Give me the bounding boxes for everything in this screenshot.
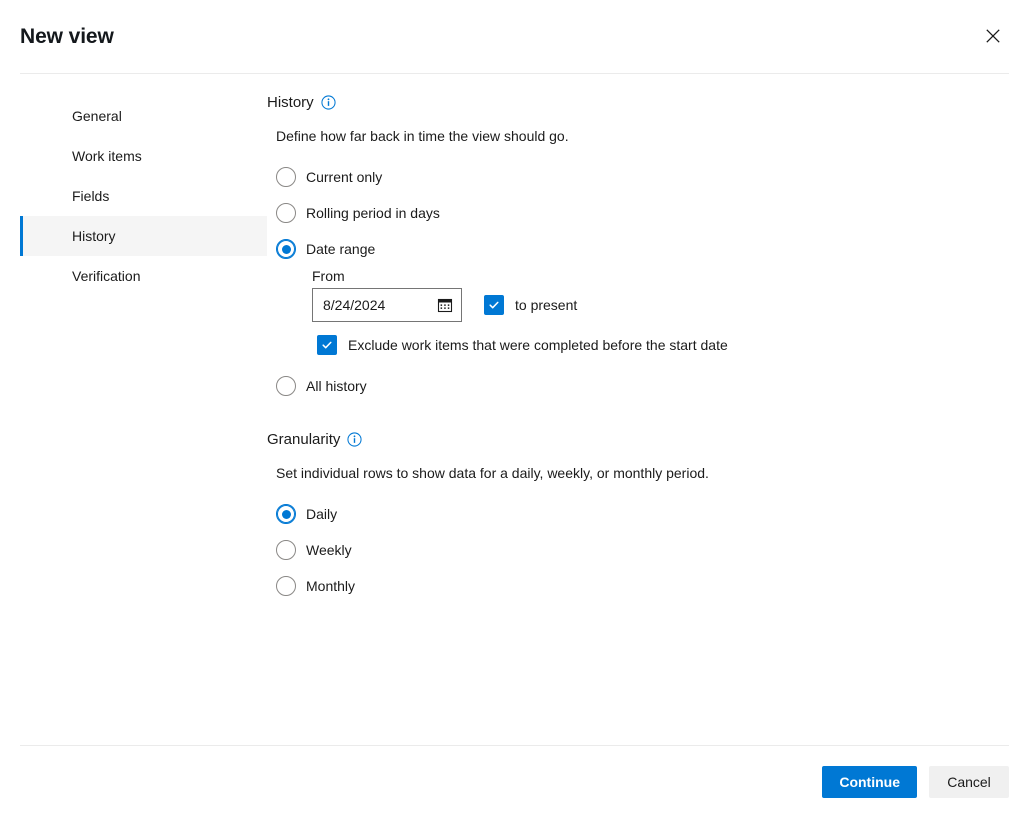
checkbox-to-present-control[interactable]: [484, 295, 504, 315]
page-title: New view: [20, 26, 114, 47]
sidebar-item-general[interactable]: General: [20, 96, 267, 136]
radio-all-history[interactable]: All history: [276, 368, 1005, 404]
info-icon[interactable]: [347, 432, 362, 447]
new-view-dialog: New view General Work items Fields Histo…: [0, 0, 1029, 821]
radio-rolling-period-control[interactable]: [276, 203, 296, 223]
radio-weekly-control[interactable]: [276, 540, 296, 560]
sidebar-item-work-items[interactable]: Work items: [20, 136, 267, 176]
radio-date-range-control[interactable]: [276, 239, 296, 259]
dialog-footer: Continue Cancel: [0, 746, 1029, 821]
sidebar-item-label: History: [72, 229, 116, 243]
from-label: From: [312, 268, 1005, 284]
checkbox-exclude-completed[interactable]: Exclude work items that were completed b…: [317, 335, 1005, 355]
radio-monthly-control[interactable]: [276, 576, 296, 596]
radio-monthly[interactable]: Monthly: [276, 568, 1005, 604]
history-heading-label: History: [267, 94, 314, 111]
granularity-description: Set individual rows to show data for a d…: [276, 464, 1005, 482]
radio-monthly-label: Monthly: [306, 579, 355, 593]
sidebar-item-label: Verification: [72, 269, 140, 283]
radio-all-history-label: All history: [306, 379, 367, 393]
radio-rolling-period-label: Rolling period in days: [306, 206, 440, 220]
sidebar-item-label: Fields: [72, 189, 109, 203]
radio-all-history-control[interactable]: [276, 376, 296, 396]
radio-daily[interactable]: Daily: [276, 496, 1005, 532]
settings-content: History Define how far back in time the …: [267, 74, 1029, 604]
granularity-section-heading: Granularity: [267, 431, 1005, 448]
sidebar-item-label: General: [72, 109, 122, 123]
checkbox-exclude-completed-control[interactable]: [317, 335, 337, 355]
date-range-block: From: [312, 268, 1005, 355]
cancel-button[interactable]: Cancel: [929, 766, 1009, 798]
dialog-header: New view: [0, 0, 1029, 73]
sidebar: General Work items Fields History Verifi…: [0, 74, 267, 296]
history-section-heading: History: [267, 94, 1005, 111]
radio-weekly[interactable]: Weekly: [276, 532, 1005, 568]
radio-date-range[interactable]: Date range: [276, 231, 1005, 267]
info-icon[interactable]: [321, 95, 336, 110]
history-description: Define how far back in time the view sho…: [276, 127, 1005, 145]
from-date-field[interactable]: [312, 288, 462, 322]
radio-current-only-label: Current only: [306, 170, 382, 184]
sidebar-item-verification[interactable]: Verification: [20, 256, 267, 296]
radio-date-range-label: Date range: [306, 242, 375, 256]
calendar-icon[interactable]: [437, 297, 453, 313]
radio-current-only-control[interactable]: [276, 167, 296, 187]
radio-rolling-period[interactable]: Rolling period in days: [276, 195, 1005, 231]
granularity-heading-label: Granularity: [267, 431, 340, 448]
sidebar-item-label: Work items: [72, 149, 142, 163]
checkbox-exclude-completed-label: Exclude work items that were completed b…: [348, 338, 728, 352]
continue-button[interactable]: Continue: [822, 766, 917, 798]
radio-daily-control[interactable]: [276, 504, 296, 524]
sidebar-item-history[interactable]: History: [20, 216, 267, 256]
checkbox-to-present-label: to present: [515, 298, 577, 312]
dialog-body: General Work items Fields History Verifi…: [0, 74, 1029, 745]
checkbox-to-present[interactable]: to present: [484, 295, 577, 315]
close-button[interactable]: [973, 16, 1013, 56]
from-date-row: to present: [312, 288, 1005, 322]
sidebar-item-fields[interactable]: Fields: [20, 176, 267, 216]
close-icon: [985, 28, 1001, 44]
radio-current-only[interactable]: Current only: [276, 159, 1005, 195]
radio-daily-label: Daily: [306, 507, 337, 521]
radio-weekly-label: Weekly: [306, 543, 352, 557]
